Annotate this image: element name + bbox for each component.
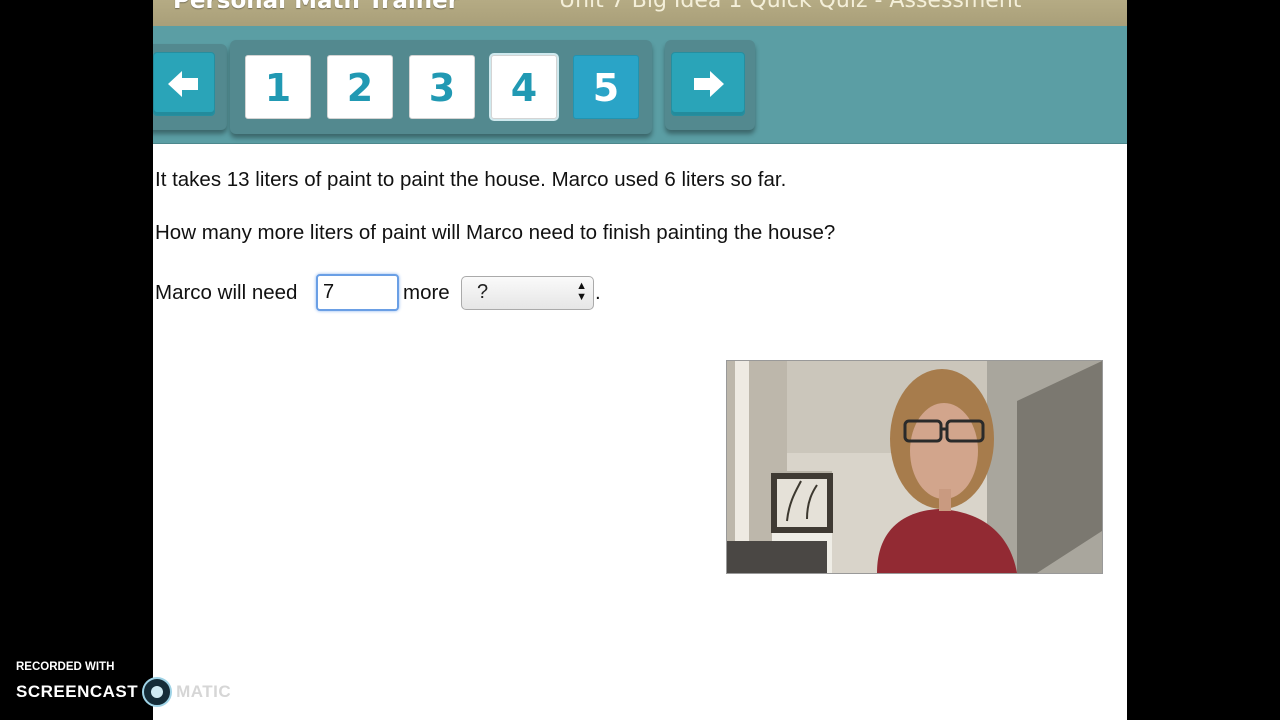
answer-input[interactable] — [316, 274, 399, 311]
question-number-group: 1 2 3 4 5 — [230, 40, 652, 134]
webcam-video-image — [727, 361, 1102, 573]
watermark-brand: SCREENCAST MATIC — [16, 677, 231, 707]
select-arrows-icon: ▲ ▼ — [576, 280, 587, 303]
question-navigation: 1 2 3 4 5 — [153, 26, 1127, 144]
screencast-watermark: RECORDED WITH SCREENCAST MATIC — [16, 661, 231, 707]
problem-text: It takes 13 liters of paint to paint the… — [155, 168, 787, 191]
question-2-button[interactable]: 2 — [327, 55, 393, 119]
webcam-overlay — [726, 360, 1103, 574]
previous-question-button[interactable] — [153, 52, 215, 116]
answer-middle-text: more — [403, 281, 450, 304]
answer-prefix: Marco will need — [155, 281, 298, 304]
next-group — [665, 40, 755, 130]
unit-select-value: ? — [477, 281, 489, 303]
watermark-brand-right: MATIC — [176, 682, 232, 701]
question-5-button[interactable]: 5 — [573, 55, 639, 119]
watermark-recorded-with: RECORDED WITH — [16, 661, 115, 673]
question-3-button[interactable]: 3 — [409, 55, 475, 119]
next-question-button[interactable] — [671, 52, 745, 116]
arrow-right-icon — [694, 71, 724, 97]
screencast-logo-icon — [142, 677, 173, 707]
app-title: Personal Math Trainer — [173, 0, 460, 14]
answer-suffix: . — [595, 281, 601, 304]
unit-select[interactable]: ? ▲ ▼ — [461, 276, 594, 310]
question-prompt: How many more liters of paint will Marco… — [155, 221, 836, 244]
watermark-brand-left: SCREENCAST — [16, 682, 139, 701]
title-bar: Personal Math Trainer Unit 7 Big Idea 1 … — [153, 0, 1127, 26]
arrow-left-icon — [168, 71, 198, 97]
question-1-button[interactable]: 1 — [245, 55, 311, 119]
assessment-title: Unit 7 Big Idea 1 Quick Quiz - Assessmen… — [559, 0, 1022, 13]
app-window: Personal Math Trainer Unit 7 Big Idea 1 … — [153, 0, 1127, 720]
question-4-button[interactable]: 4 — [491, 55, 557, 119]
prev-group — [153, 44, 227, 130]
